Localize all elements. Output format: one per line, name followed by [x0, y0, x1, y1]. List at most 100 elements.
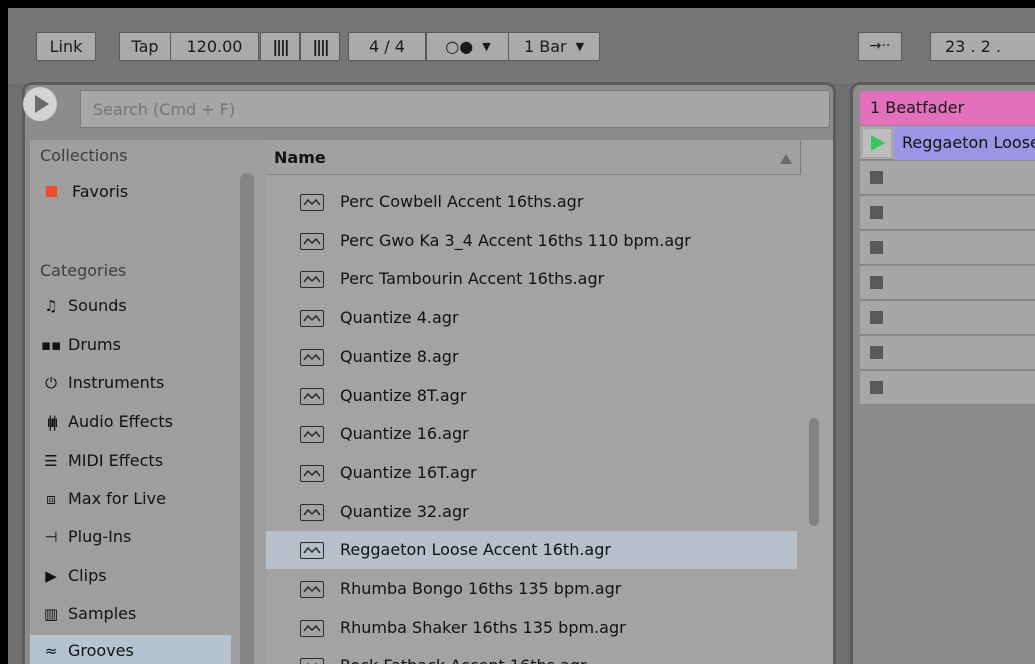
- nudge-down-button[interactable]: ||||: [260, 32, 300, 61]
- groove-file-icon: [300, 504, 324, 521]
- clip-slot-1[interactable]: Reggaeton Loose Accent 16th: [860, 126, 1035, 160]
- max-patch-icon: ⧈: [46, 490, 56, 508]
- sidebar-item-drums[interactable]: ▪▪ Drums: [30, 329, 230, 361]
- chevron-down-icon: ▼: [575, 40, 585, 53]
- file-name: Quantize 32.agr: [340, 502, 469, 521]
- nudge-bars-icon: ||||: [312, 37, 329, 56]
- file-row[interactable]: Reggaeton Loose Accent 16th.agr: [266, 531, 797, 569]
- stop-button-icon[interactable]: [870, 241, 883, 254]
- file-name: Quantize 16.agr: [340, 424, 469, 443]
- file-row[interactable]: Perc Tambourin Accent 16ths.agr: [266, 260, 797, 298]
- file-name: Quantize 8T.agr: [340, 386, 467, 405]
- clip-slot-empty[interactable]: [860, 336, 1035, 370]
- groove-file-icon: [300, 271, 324, 288]
- column-divider[interactable]: [800, 141, 801, 175]
- app-window: Link Tap 120.00 |||| |||| 4 / 4 ○● ▼ 1 Ba…: [8, 8, 1035, 664]
- file-row[interactable]: Quantize 16T.agr: [266, 454, 797, 492]
- follow-button[interactable]: →··: [858, 32, 902, 61]
- tempo-field[interactable]: 120.00: [170, 32, 259, 61]
- sidebar-item-plug-ins[interactable]: ⊣ Plug-Ins: [30, 521, 230, 553]
- sort-ascending-icon: [780, 154, 792, 164]
- preview-play-icon[interactable]: [23, 87, 57, 121]
- sidebar-item-label: Plug-Ins: [68, 527, 132, 546]
- stop-button-icon[interactable]: [870, 311, 883, 324]
- sidebar-item-sounds[interactable]: ♫ Sounds: [30, 290, 230, 322]
- stop-button-icon[interactable]: [870, 206, 883, 219]
- file-row[interactable]: Quantize 8T.agr: [266, 377, 797, 415]
- clip-name[interactable]: Reggaeton Loose Accent 16th: [894, 126, 1035, 160]
- file-name: Perc Cowbell Accent 16ths.agr: [340, 192, 584, 211]
- groove-file-icon: [300, 620, 324, 637]
- follow-arrow-icon: →··: [869, 38, 891, 54]
- groove-file-icon: [300, 465, 324, 482]
- file-row[interactable]: Rhumba Shaker 16ths 135 bpm.agr: [266, 609, 797, 647]
- audio-meter-icon: ı|ıı|ı: [46, 413, 59, 431]
- metronome-icon: ○●: [445, 37, 474, 56]
- file-list-scrollbar[interactable]: [809, 418, 819, 526]
- categories-heading: Categories: [40, 261, 127, 280]
- plug-icon: ⊣: [44, 528, 58, 546]
- clip-slot-empty[interactable]: [860, 266, 1035, 300]
- groove-file-icon: [300, 542, 324, 559]
- sidebar-item-label: Drums: [68, 335, 121, 354]
- file-name: Quantize 8.agr: [340, 347, 459, 366]
- time-signature-field[interactable]: 4 / 4: [348, 32, 426, 61]
- quantize-dropdown[interactable]: 1 Bar ▼: [508, 32, 600, 61]
- clip-slot-empty[interactable]: [860, 231, 1035, 265]
- clip-slot-empty[interactable]: [860, 196, 1035, 230]
- file-row[interactable]: Quantize 16.agr: [266, 415, 797, 453]
- sidebar-item-label: Clips: [68, 566, 107, 585]
- groove-file-icon: [300, 388, 324, 405]
- sidebar-item-max-for-live[interactable]: ⧈ Max for Live: [30, 483, 230, 515]
- file-row[interactable]: Quantize 4.agr: [266, 299, 797, 337]
- stop-button-icon[interactable]: [870, 381, 883, 394]
- file-row[interactable]: Quantize 32.agr: [266, 493, 797, 531]
- sidebar-item-instruments[interactable]: ⏻ Instruments: [30, 367, 230, 399]
- column-header-label: Name: [274, 148, 326, 167]
- file-row[interactable]: Rock Fatback Accent 16ths.agr: [266, 647, 797, 664]
- sidebar-item-audio-effects[interactable]: ı|ıı|ı Audio Effects: [30, 406, 230, 438]
- link-button[interactable]: Link: [36, 32, 96, 61]
- sidebar-scrollbar[interactable]: [240, 173, 254, 664]
- search-input[interactable]: [80, 90, 830, 128]
- clip-slot-empty[interactable]: [860, 161, 1035, 195]
- file-row[interactable]: Rhumba Bongo 16ths 135 bpm.agr: [266, 570, 797, 608]
- sidebar-item-midi-effects[interactable]: ☰ MIDI Effects: [30, 445, 230, 477]
- groove-file-icon: [300, 349, 324, 366]
- file-row[interactable]: Quantize 8.agr: [266, 338, 797, 376]
- control-bar: Link Tap 120.00 |||| |||| 4 / 4 ○● ▼ 1 Ba…: [8, 8, 1035, 84]
- stop-button-icon[interactable]: [870, 276, 883, 289]
- clip-play-icon: ▶: [45, 567, 57, 585]
- song-position-field[interactable]: 23 . 2 .: [930, 32, 1035, 61]
- file-name: Quantize 16T.agr: [340, 463, 477, 482]
- nudge-up-button[interactable]: ||||: [300, 32, 340, 61]
- sidebar-item-label: Grooves: [68, 641, 134, 660]
- music-note-icon: ♫: [44, 297, 58, 315]
- sidebar-item-grooves[interactable]: ≈ Grooves: [30, 635, 231, 664]
- color-tag-icon: [46, 186, 57, 197]
- file-row[interactable]: Perc Cowbell Accent 16ths.agr: [266, 183, 797, 221]
- file-name: Rhumba Shaker 16ths 135 bpm.agr: [340, 618, 626, 637]
- midi-lines-icon: ☰: [44, 452, 58, 470]
- sidebar-item-samples[interactable]: ▥ Samples: [30, 598, 230, 630]
- track-title[interactable]: 1 Beatfader: [860, 91, 1035, 125]
- tap-tempo-button[interactable]: Tap: [119, 32, 171, 61]
- clip-slot-empty[interactable]: [860, 371, 1035, 405]
- sidebar-item-favorites[interactable]: Favoris: [30, 176, 230, 208]
- sidebar-item-label: Samples: [68, 604, 137, 623]
- file-name: Quantize 4.agr: [340, 308, 459, 327]
- groove-file-icon: [300, 581, 324, 598]
- chevron-down-icon: ▼: [482, 40, 491, 53]
- sidebar-item-label: Max for Live: [68, 489, 166, 508]
- column-header-name[interactable]: Name: [266, 141, 800, 175]
- clip-slot-empty[interactable]: [860, 301, 1035, 335]
- nudge-bars-icon: ||||: [272, 37, 289, 56]
- file-name: Reggaeton Loose Accent 16th.agr: [340, 540, 611, 559]
- metronome-button[interactable]: ○● ▼: [426, 32, 510, 61]
- stop-button-icon[interactable]: [870, 171, 883, 184]
- stop-button-icon[interactable]: [870, 346, 883, 359]
- file-row[interactable]: Perc Gwo Ka 3_4 Accent 16ths 110 bpm.agr: [266, 222, 797, 260]
- clip-launch-icon[interactable]: [863, 129, 891, 157]
- groove-file-icon: [300, 426, 324, 443]
- sidebar-item-clips[interactable]: ▶ Clips: [30, 560, 230, 592]
